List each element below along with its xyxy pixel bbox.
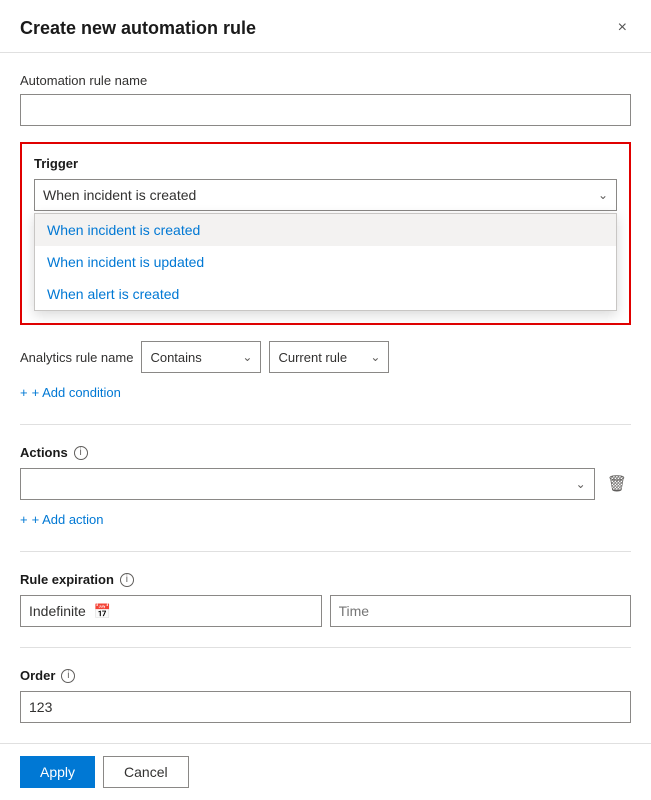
automation-rule-name-label: Automation rule name [20, 73, 631, 88]
modal-footer: Apply Cancel [0, 743, 651, 800]
expiration-header: Rule expiration i [20, 572, 631, 587]
add-action-label: + Add action [32, 512, 104, 527]
trigger-option-3[interactable]: When alert is created [35, 278, 616, 310]
condition-value-chevron-icon: ⌄ [370, 350, 380, 364]
trigger-chevron-icon: ⌄ [598, 188, 608, 202]
condition-operator-dropdown[interactable]: Contains ⌄ [141, 341, 261, 373]
expiration-date-value: Indefinite [29, 603, 86, 619]
expiration-date-button[interactable]: Indefinite 📅 [20, 595, 322, 627]
condition-operator-value: Contains [150, 350, 201, 365]
modal-dialog: Create new automation rule × Automation … [0, 0, 651, 800]
expiration-info-icon: i [120, 573, 134, 587]
expiration-time-input[interactable] [330, 595, 632, 627]
trigger-section: Trigger When incident is created ⌄ When … [20, 142, 631, 325]
condition-field-label: Analytics rule name [20, 350, 133, 365]
action-delete-button[interactable]: 🗑 [603, 470, 631, 498]
modal-header: Create new automation rule × [0, 0, 651, 53]
divider-3 [20, 647, 631, 648]
rule-expiration-section: Rule expiration i Indefinite 📅 [20, 572, 631, 627]
modal-title: Create new automation rule [20, 18, 256, 39]
expiration-title: Rule expiration [20, 572, 114, 587]
condition-row: Analytics rule name Contains ⌄ Current r… [20, 341, 631, 373]
actions-info-icon: i [74, 446, 88, 460]
add-condition-icon: + [20, 385, 28, 400]
order-header: Order i [20, 668, 631, 683]
modal-body: Automation rule name Trigger When incide… [0, 53, 651, 743]
add-action-icon: + [20, 512, 28, 527]
trigger-dropdown-button[interactable]: When incident is created ⌄ [34, 179, 617, 211]
order-section: Order i [20, 668, 631, 723]
actions-title: Actions [20, 445, 68, 460]
apply-button[interactable]: Apply [20, 756, 95, 788]
trigger-selected-value: When incident is created [43, 187, 196, 203]
order-info-icon: i [61, 669, 75, 683]
trigger-option-1[interactable]: When incident is created [35, 214, 616, 246]
add-condition-label: + Add condition [32, 385, 121, 400]
trigger-dropdown-options: When incident is created When incident i… [34, 213, 617, 311]
add-condition-button[interactable]: + + Add condition [20, 381, 121, 404]
condition-operator-chevron-icon: ⌄ [242, 350, 252, 364]
action-dropdown-button[interactable]: ⌄ [20, 468, 595, 500]
expiration-row: Indefinite 📅 [20, 595, 631, 627]
calendar-icon: 📅 [94, 603, 111, 620]
automation-rule-name-field: Automation rule name [20, 73, 631, 126]
trigger-option-2[interactable]: When incident is updated [35, 246, 616, 278]
actions-row: ⌄ 🗑 [20, 468, 631, 500]
condition-value-text: Current rule [278, 350, 347, 365]
actions-header: Actions i [20, 445, 631, 460]
divider-1 [20, 424, 631, 425]
order-input[interactable] [20, 691, 631, 723]
close-button[interactable]: × [614, 16, 631, 40]
conditions-area: Analytics rule name Contains ⌄ Current r… [20, 341, 631, 404]
actions-section: Actions i ⌄ 🗑 + + Add action [20, 445, 631, 531]
automation-rule-name-input[interactable] [20, 94, 631, 126]
trigger-dropdown-container: When incident is created ⌄ When incident… [34, 179, 617, 311]
cancel-button[interactable]: Cancel [103, 756, 189, 788]
add-action-button[interactable]: + + Add action [20, 508, 104, 531]
trigger-label: Trigger [34, 156, 617, 171]
condition-value-dropdown[interactable]: Current rule ⌄ [269, 341, 389, 373]
order-title: Order [20, 668, 55, 683]
action-chevron-icon: ⌄ [576, 477, 586, 491]
divider-2 [20, 551, 631, 552]
